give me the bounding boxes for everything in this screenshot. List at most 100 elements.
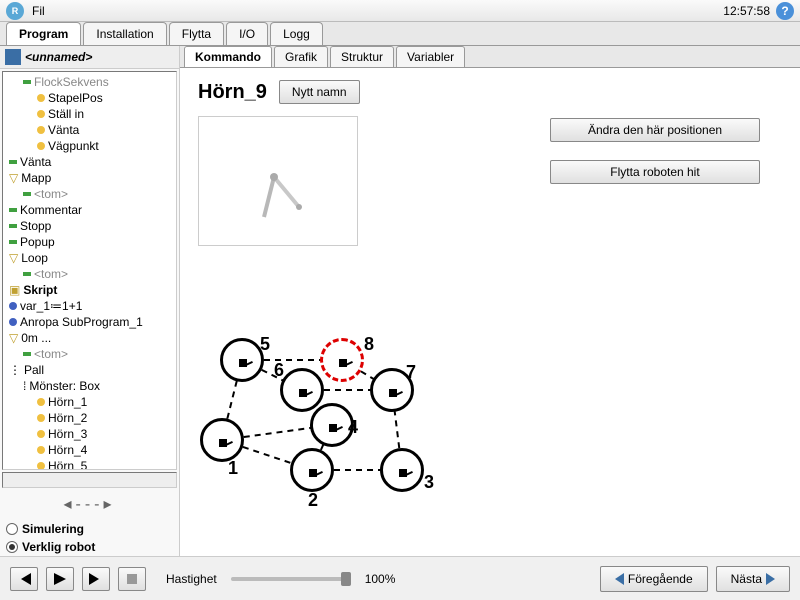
main-tab-logg[interactable]: Logg [270, 22, 323, 45]
tree-item[interactable]: Hörn_4 [5, 442, 174, 458]
tree-item[interactable]: var_1≔1+1 [5, 298, 174, 314]
program-tree[interactable]: FlockSekvensStapelPosStäll inVäntaVägpun… [2, 71, 177, 470]
stop-button[interactable] [118, 567, 146, 591]
pattern-node-8[interactable] [320, 338, 364, 382]
tree-bullet-icon: ⋮ [9, 363, 21, 377]
speed-value: 100% [365, 572, 396, 586]
subtab-variabler[interactable]: Variabler [396, 46, 465, 67]
tree-scrollbar[interactable] [2, 472, 177, 488]
tree-item[interactable]: Vänta [5, 122, 174, 138]
tree-bullet-icon [23, 352, 31, 356]
tree-bullet-icon [37, 462, 45, 470]
tree-bullet-icon [37, 94, 45, 102]
tree-item[interactable]: ⋮Pall [5, 362, 174, 378]
tree-bullet-icon [23, 192, 31, 196]
tree-item[interactable]: Vänta [5, 154, 174, 170]
waypoint-title: Hörn_9 [198, 81, 267, 104]
tree-item-label: Hörn_4 [48, 443, 87, 457]
pattern-label: 8 [364, 334, 374, 355]
tree-item-label: Loop [21, 251, 48, 265]
next-button[interactable]: Nästa [716, 566, 790, 592]
tree-bullet-icon: ▣ [9, 283, 20, 297]
tree-item[interactable]: Hörn_2 [5, 410, 174, 426]
tree-bullet-icon [9, 240, 17, 244]
robot-preview [198, 116, 358, 246]
main-tab-installation[interactable]: Installation [83, 22, 166, 45]
tree-item-label: Vägpunkt [48, 139, 99, 153]
tree-item-label: <tom> [34, 347, 68, 361]
tree-item[interactable]: Stopp [5, 218, 174, 234]
tree-item[interactable]: ▣Skript [5, 282, 174, 298]
tree-item-label: Hörn_5 [48, 459, 87, 470]
tree-item[interactable]: StapelPos [5, 90, 174, 106]
tree-item-label: Kommentar [20, 203, 82, 217]
tree-bullet-icon [37, 398, 45, 406]
tree-item[interactable]: Kommentar [5, 202, 174, 218]
tree-item-label: Popup [20, 235, 55, 249]
tree-item[interactable]: ▽Mapp [5, 170, 174, 186]
tree-item-label: Ställ in [48, 107, 84, 121]
tree-item[interactable]: <tom> [5, 266, 174, 282]
main-tab-i/o[interactable]: I/O [226, 22, 268, 45]
pattern-label: 7 [406, 362, 416, 383]
tree-item[interactable]: Hörn_5 [5, 458, 174, 470]
tree-item-label: FlockSekvens [34, 75, 109, 89]
pattern-label: 5 [260, 334, 270, 355]
subtab-struktur[interactable]: Struktur [330, 46, 394, 67]
app-logo: R [6, 2, 24, 20]
tree-bullet-icon: ▽ [9, 171, 18, 185]
pattern-label: 2 [308, 490, 318, 511]
tree-item-label: Vänta [20, 155, 51, 169]
real-robot-radio[interactable] [6, 541, 18, 553]
pattern-node-6[interactable] [280, 368, 324, 412]
tree-item[interactable]: Anropa SubProgram_1 [5, 314, 174, 330]
tree-bullet-icon [37, 446, 45, 454]
sim-radio[interactable] [6, 523, 18, 535]
skip-back-button[interactable] [10, 567, 38, 591]
tree-item-label: Pall [24, 363, 44, 377]
tree-bullet-icon [9, 224, 17, 228]
tree-item[interactable]: Hörn_1 [5, 394, 174, 410]
pattern-node-2[interactable] [290, 448, 334, 492]
previous-button[interactable]: Föregående [600, 566, 708, 592]
rename-button[interactable]: Nytt namn [279, 80, 360, 104]
main-tabs: ProgramInstallationFlyttaI/OLogg [0, 22, 800, 46]
file-menu[interactable]: Fil [32, 4, 45, 18]
tree-item[interactable]: ▽Loop [5, 250, 174, 266]
pattern-label: 1 [228, 458, 238, 479]
play-button[interactable] [46, 567, 74, 591]
tree-bullet-icon [9, 318, 17, 326]
tree-nav-arrows[interactable]: ◂---▸ [0, 488, 179, 520]
tree-item[interactable]: Vägpunkt [5, 138, 174, 154]
tree-item[interactable]: FlockSekvens [5, 74, 174, 90]
pattern-node-1[interactable] [200, 418, 244, 462]
sub-tabs: KommandoGrafikStrukturVariabler [180, 46, 800, 68]
main-tab-program[interactable]: Program [6, 22, 81, 45]
pattern-node-5[interactable] [220, 338, 264, 382]
subtab-kommando[interactable]: Kommando [184, 46, 272, 67]
tree-bullet-icon [37, 126, 45, 134]
tree-bullet-icon [9, 302, 17, 310]
disk-icon[interactable] [5, 49, 21, 65]
help-icon[interactable]: ? [776, 2, 794, 20]
tree-item[interactable]: Ställ in [5, 106, 174, 122]
main-tab-flytta[interactable]: Flytta [169, 22, 224, 45]
skip-forward-button[interactable] [82, 567, 110, 591]
tree-item[interactable]: ▽0m ... [5, 330, 174, 346]
real-robot-label: Verklig robot [22, 540, 95, 554]
pattern-node-3[interactable] [380, 448, 424, 492]
tree-item[interactable]: <tom> [5, 186, 174, 202]
subtab-grafik[interactable]: Grafik [274, 46, 328, 67]
tree-item[interactable]: Hörn_3 [5, 426, 174, 442]
tree-bullet-icon [9, 208, 17, 212]
pattern-label: 3 [424, 472, 434, 493]
tree-bullet-icon [37, 414, 45, 422]
tree-item[interactable]: Popup [5, 234, 174, 250]
change-position-button[interactable]: Ändra den här positionen [550, 118, 760, 142]
tree-item[interactable]: ⁞Mönster: Box [5, 378, 174, 394]
move-robot-here-button[interactable]: Flytta roboten hit [550, 160, 760, 184]
pattern-label: 6 [274, 360, 284, 381]
speed-slider[interactable] [231, 577, 351, 581]
tree-bullet-icon [37, 110, 45, 118]
tree-item[interactable]: <tom> [5, 346, 174, 362]
